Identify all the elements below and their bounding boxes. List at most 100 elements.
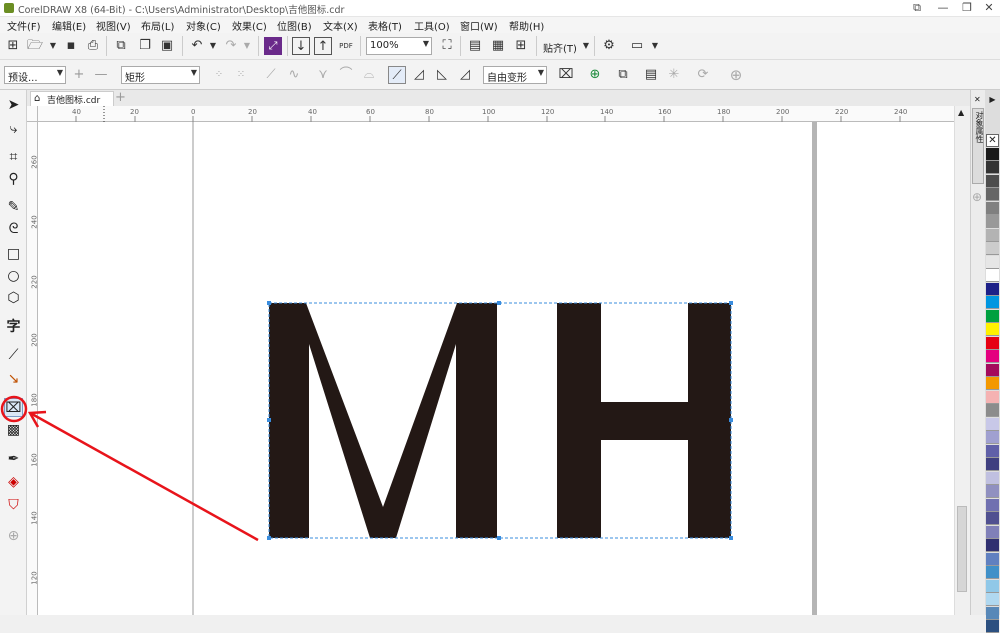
color-swatch[interactable] bbox=[986, 161, 999, 174]
drawing-canvas[interactable] bbox=[38, 122, 954, 615]
color-swatch[interactable] bbox=[986, 282, 999, 296]
menu-text[interactable]: 文本(X) bbox=[323, 18, 358, 33]
scrollbar-thumb[interactable] bbox=[957, 506, 967, 592]
add-new-envelope-icon[interactable]: ⊕ bbox=[586, 66, 604, 84]
preset-select[interactable]: 预设... ▼ bbox=[4, 66, 66, 84]
select-nodes-icon[interactable]: ⁘ bbox=[210, 66, 228, 84]
color-swatch[interactable] bbox=[986, 498, 999, 512]
artistic-media-tool-icon[interactable]: ᘓ bbox=[4, 220, 23, 239]
menu-effects[interactable]: 效果(C) bbox=[232, 18, 267, 33]
show-guidelines-icon[interactable]: ⊞ bbox=[512, 37, 530, 55]
color-swatch[interactable] bbox=[986, 215, 999, 228]
color-swatch[interactable] bbox=[986, 485, 999, 498]
envelope-tool-icon[interactable]: ⌧ bbox=[4, 398, 23, 417]
close-button[interactable]: ✕ bbox=[978, 0, 1000, 17]
to-curve-icon[interactable]: ∿ bbox=[285, 66, 303, 84]
color-swatch[interactable] bbox=[986, 579, 999, 593]
color-swatch[interactable] bbox=[986, 444, 999, 458]
menu-bitmaps[interactable]: 位图(B) bbox=[277, 18, 312, 33]
color-swatch[interactable] bbox=[986, 201, 999, 215]
color-swatch[interactable] bbox=[986, 188, 999, 201]
redo-dropdown-icon[interactable]: ▼ bbox=[238, 37, 256, 55]
menu-window[interactable]: 窗口(W) bbox=[460, 18, 498, 33]
menu-layout[interactable]: 布局(L) bbox=[141, 18, 174, 33]
add-docker-icon[interactable]: ⊕ bbox=[972, 190, 982, 204]
color-swatch[interactable] bbox=[986, 242, 999, 255]
color-swatch[interactable] bbox=[986, 552, 999, 566]
color-swatch[interactable] bbox=[986, 336, 999, 350]
copy-icon[interactable]: ❐ bbox=[136, 37, 154, 55]
text-tool-icon[interactable]: 字 bbox=[4, 318, 23, 337]
convert-to-curves-icon[interactable]: ⟳ bbox=[694, 66, 712, 84]
search-content-icon[interactable]: ⤢ bbox=[264, 37, 282, 55]
menu-object[interactable]: 对象(C) bbox=[186, 18, 221, 33]
color-swatch[interactable] bbox=[986, 309, 999, 323]
color-swatch[interactable] bbox=[986, 377, 999, 390]
paste-icon[interactable]: ▣ bbox=[158, 37, 176, 55]
color-swatch[interactable] bbox=[986, 566, 999, 579]
color-swatch[interactable] bbox=[986, 539, 999, 552]
keep-lines-icon[interactable]: ⌧ bbox=[557, 66, 575, 84]
vertical-ruler[interactable]: 260 240 220 200 180 160 140 120 bbox=[27, 122, 39, 615]
vertical-scrollbar[interactable]: ▲ bbox=[954, 106, 970, 615]
transparency-tool-icon[interactable]: ▩ bbox=[4, 421, 23, 440]
color-swatch[interactable] bbox=[986, 471, 999, 485]
application-launcher-icon[interactable]: ▭ bbox=[628, 37, 646, 55]
color-swatch[interactable] bbox=[986, 296, 999, 309]
freehand-tool-icon[interactable]: ✎ bbox=[4, 198, 23, 217]
color-swatch[interactable] bbox=[986, 363, 999, 377]
color-swatch[interactable] bbox=[986, 512, 999, 525]
interactive-fill-tool-icon[interactable]: ◈ bbox=[4, 473, 23, 492]
no-color-swatch[interactable]: ✕ bbox=[986, 134, 999, 147]
color-swatch[interactable] bbox=[986, 404, 999, 417]
color-swatch[interactable] bbox=[986, 323, 999, 336]
color-swatch[interactable] bbox=[986, 350, 999, 363]
color-swatch[interactable] bbox=[986, 620, 999, 633]
color-swatch[interactable] bbox=[986, 147, 999, 161]
docker-close-icon[interactable]: ✕ bbox=[974, 95, 981, 104]
pick-tool-icon[interactable]: ➤ bbox=[4, 96, 23, 115]
ellipse-tool-icon[interactable]: ○ bbox=[4, 267, 23, 286]
envelope-unconstrained-mode-icon[interactable]: ◿ bbox=[456, 66, 474, 84]
docker-tab-object-properties[interactable]: 对象属性 bbox=[972, 108, 984, 184]
options-gear-icon[interactable]: ⚙ bbox=[600, 37, 618, 55]
full-screen-icon[interactable]: ⛶ bbox=[438, 37, 456, 55]
undo-dropdown-icon[interactable]: ▼ bbox=[204, 37, 222, 55]
snap-to-menu[interactable]: 贴齐(T) bbox=[543, 40, 577, 55]
color-swatch[interactable] bbox=[986, 458, 999, 471]
zoom-tool-icon[interactable]: ⚲ bbox=[4, 170, 23, 189]
cusp-node-icon[interactable]: ⋎ bbox=[314, 66, 332, 84]
polygon-tool-icon[interactable]: ⬡ bbox=[4, 289, 23, 308]
launcher-dropdown-icon[interactable]: ▼ bbox=[646, 37, 664, 55]
connector-tool-icon[interactable]: ↘ bbox=[4, 370, 23, 389]
new-tab-button[interactable]: + bbox=[115, 90, 126, 105]
envelope-double-arc-mode-icon[interactable]: ◺ bbox=[433, 66, 451, 84]
zoom-level-select[interactable]: 100% ▼ bbox=[366, 37, 432, 55]
add-preset-icon[interactable]: + bbox=[70, 66, 88, 84]
new-document-icon[interactable]: ⊞ bbox=[4, 37, 22, 55]
eyedropper-tool-icon[interactable]: ✒ bbox=[4, 450, 23, 469]
color-swatch[interactable] bbox=[986, 255, 999, 269]
horizontal-ruler[interactable]: 40 20 0 20 40 60 80 100 120 140 160 180 … bbox=[38, 106, 958, 122]
shape-type-select[interactable]: 矩形 ▼ bbox=[121, 66, 200, 84]
remove-preset-icon[interactable]: — bbox=[92, 66, 110, 84]
to-line-icon[interactable]: ⟋ bbox=[262, 66, 280, 84]
document-tab[interactable]: ⌂ 吉他图标.cdr bbox=[30, 91, 114, 106]
symmetrical-node-icon[interactable]: ⌓ bbox=[360, 66, 378, 84]
create-envelope-from-icon[interactable]: ▤ bbox=[642, 66, 660, 84]
rectangle-tool-icon[interactable]: □ bbox=[4, 245, 23, 264]
menu-tools[interactable]: 工具(O) bbox=[414, 18, 450, 33]
snap-dropdown-icon[interactable]: ▼ bbox=[577, 37, 595, 55]
parallel-dimension-tool-icon[interactable]: ⟋ bbox=[4, 346, 23, 365]
scroll-up-icon[interactable]: ▲ bbox=[958, 108, 964, 117]
envelope-straight-line-mode-icon[interactable]: ⟋ bbox=[388, 66, 406, 84]
color-swatch[interactable] bbox=[986, 269, 999, 282]
color-swatch[interactable] bbox=[986, 593, 999, 606]
publish-pdf-icon[interactable]: PDF bbox=[337, 37, 355, 55]
cut-icon[interactable]: ⧉ bbox=[112, 37, 130, 55]
clear-envelope-icon[interactable]: ✳ bbox=[665, 66, 683, 84]
color-swatch[interactable] bbox=[986, 417, 999, 431]
color-swatch[interactable] bbox=[986, 174, 999, 188]
maximize-button[interactable]: ❐ bbox=[956, 0, 978, 17]
save-icon[interactable]: ▪ bbox=[62, 37, 80, 55]
